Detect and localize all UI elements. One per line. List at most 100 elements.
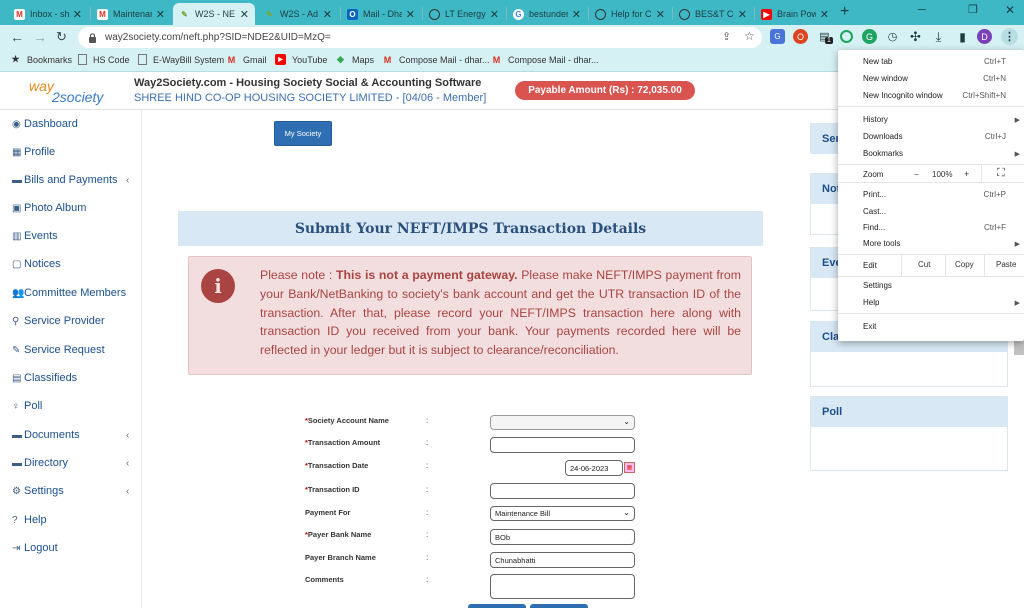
submit-button[interactable] (468, 604, 526, 608)
bookmark-compose-mail-2[interactable]: M Compose Mail - dhar... (491, 54, 599, 65)
comments-textarea[interactable] (490, 574, 635, 599)
tab-best[interactable]: BES&T Co ✕ (673, 3, 753, 25)
way2society-logo[interactable]: way 2society (25, 75, 110, 107)
tab-label: W2S - NE (195, 9, 236, 19)
sidebar-item-bills-payments[interactable]: ▬ Bills and Payments ‹ (12, 174, 129, 186)
sidebar-item-events[interactable]: ▥ Events (12, 230, 58, 242)
close-icon[interactable]: ✕ (156, 8, 165, 21)
menu-item-bookmarks[interactable]: Bookmarks (863, 149, 903, 158)
menu-item-new-incognito[interactable]: New Incognito window (863, 91, 943, 100)
bookmark-star-icon[interactable]: ☆ (744, 29, 755, 43)
tab-help[interactable]: Help for C ✕ (589, 3, 671, 25)
tab-brain-power[interactable]: ▶ Brain Pow ✕ (755, 3, 835, 25)
bookmarks-folder[interactable]: ★ Bookmarks (10, 54, 72, 65)
tab-google-search[interactable]: G bestundert ✕ (507, 3, 587, 25)
close-icon[interactable]: ✕ (656, 8, 665, 21)
side-panel-icon[interactable]: ▮ (955, 29, 970, 44)
sidebar-item-profile[interactable]: ▦ Profile (12, 146, 55, 158)
menu-item-more-tools[interactable]: More tools (863, 239, 900, 248)
reload-icon[interactable]: ↻ (56, 29, 67, 45)
paste-button[interactable]: Paste (996, 260, 1016, 269)
my-society-button[interactable]: My Society (274, 121, 332, 146)
puzzle-extensions-icon[interactable]: ✣ (908, 29, 923, 44)
download-icon[interactable]: ⤓ (931, 29, 946, 44)
menu-item-history[interactable]: History (863, 115, 888, 124)
transaction-amount-input[interactable] (490, 437, 635, 453)
sidebar-item-notices[interactable]: ▢ Notices (12, 258, 61, 270)
shortcut-label: Ctrl+F (984, 223, 1006, 232)
address-bar[interactable]: way2society.com/neft.php?SID=NDE2&UID=Mz… (78, 27, 762, 48)
sidebar-item-directory[interactable]: ▬ Directory ‹ (12, 457, 129, 469)
cut-button[interactable]: Cut (918, 260, 930, 269)
sidebar-item-service-request[interactable]: ✎ Service Request (12, 344, 105, 356)
close-icon[interactable]: ✕ (820, 8, 829, 21)
sidebar-item-service-provider[interactable]: ⚲ Service Provider (12, 315, 105, 327)
close-icon[interactable]: ✕ (572, 8, 581, 21)
reset-button[interactable] (530, 604, 588, 608)
transaction-date-input[interactable]: 24-06-2023 (565, 460, 623, 476)
minimize-icon[interactable]: ─ (918, 4, 926, 16)
forward-arrow-icon[interactable]: → (33, 29, 47, 45)
menu-item-print[interactable]: Print... (863, 190, 886, 199)
image-icon: ▣ (12, 202, 22, 214)
sidebar-item-help[interactable]: ? Help (12, 514, 47, 526)
close-icon[interactable]: ✕ (490, 8, 499, 21)
sidebar-item-photo-album[interactable]: ▣ Photo Album (12, 202, 86, 214)
maximize-icon[interactable]: ❐ (968, 3, 978, 16)
sidebar-item-dashboard[interactable]: ◉ Dashboard (12, 118, 78, 130)
extension-clipboard-icon[interactable]: ▤1 (817, 29, 833, 44)
grammarly-icon[interactable]: G (862, 29, 877, 44)
menu-item-new-tab[interactable]: New tab (863, 57, 892, 66)
payer-bank-name-input[interactable]: BOb (490, 529, 635, 545)
tab-w2s-ad[interactable]: ✎ W2S - Ad ✕ (258, 3, 338, 25)
kebab-menu-icon[interactable]: ⋮ (1001, 28, 1018, 45)
close-icon[interactable]: ✕ (406, 8, 415, 21)
bookmark-compose-mail-1[interactable]: M Compose Mail - dhar... (382, 54, 490, 65)
menu-item-find[interactable]: Find... (863, 223, 885, 232)
back-arrow-icon[interactable]: ← (10, 29, 24, 45)
bookmark-ewaybill[interactable]: E-WayBill System (138, 54, 224, 65)
window-close-icon[interactable]: ✕ (1005, 3, 1015, 17)
tab-mail[interactable]: O Mail - Dha ✕ (341, 3, 421, 25)
tab-inbox[interactable]: M Inbox - sh ✕ (8, 3, 88, 25)
sidebar-item-poll[interactable]: ♀ Poll (12, 400, 42, 412)
sidebar-item-committee-members[interactable]: 👥 Committee Members (12, 287, 126, 299)
close-icon[interactable]: ✕ (323, 8, 332, 21)
timer-icon[interactable]: ◷ (885, 29, 900, 44)
bookmark-youtube[interactable]: ▶ YouTube (275, 54, 327, 65)
chrome-extension-icon[interactable] (840, 30, 853, 43)
copy-button[interactable]: Copy (955, 260, 974, 269)
bookmark-gmail[interactable]: M Gmail (226, 54, 267, 65)
sidebar-item-settings[interactable]: ⚙ Settings ‹ (12, 485, 129, 497)
tab-lt-energy[interactable]: LT Energy ✕ (423, 3, 505, 25)
close-icon[interactable]: ✕ (240, 8, 249, 21)
fullscreen-icon[interactable]: ⛶ (997, 167, 1005, 180)
close-icon[interactable]: ✕ (738, 8, 747, 21)
transaction-id-input[interactable] (490, 483, 635, 499)
payer-branch-name-input[interactable]: Chunabhatti (490, 552, 635, 568)
menu-item-new-window[interactable]: New window (863, 74, 908, 83)
bookmark-maps[interactable]: ◆ Maps (335, 54, 374, 65)
zoom-in-button[interactable]: + (964, 169, 969, 179)
share-icon[interactable]: ⇪ (722, 30, 731, 43)
close-icon[interactable]: ✕ (73, 8, 82, 21)
bookmark-hs-code[interactable]: HS Code (78, 54, 130, 65)
zoom-out-button[interactable]: − (914, 170, 919, 179)
menu-item-downloads[interactable]: Downloads (863, 132, 903, 141)
sidebar-item-documents[interactable]: ▬ Documents ‹ (12, 429, 129, 441)
profile-avatar[interactable]: D (977, 29, 992, 44)
menu-item-cast[interactable]: Cast... (863, 207, 886, 216)
payment-for-select[interactable]: Maintenance Bill ⌄ (490, 506, 635, 521)
menu-item-exit[interactable]: Exit (863, 322, 876, 331)
tab-w2s-neft[interactable]: ✎ W2S - NE ✕ (173, 3, 255, 25)
translate-extension-icon[interactable]: G (770, 29, 785, 44)
society-account-select[interactable]: ⌄ (490, 415, 635, 430)
opera-extension-icon[interactable]: O (793, 29, 808, 44)
new-tab-button[interactable]: + (840, 3, 849, 21)
calendar-picker-icon[interactable]: ▦ (624, 462, 635, 473)
sidebar-item-classifieds[interactable]: ▤ Classifieds (12, 372, 77, 384)
sidebar-item-logout[interactable]: ⇥ Logout (12, 542, 58, 554)
menu-item-help[interactable]: Help (863, 298, 879, 307)
tab-maintenance[interactable]: M Maintenan ✕ (91, 3, 171, 25)
menu-item-settings[interactable]: Settings (863, 281, 892, 290)
